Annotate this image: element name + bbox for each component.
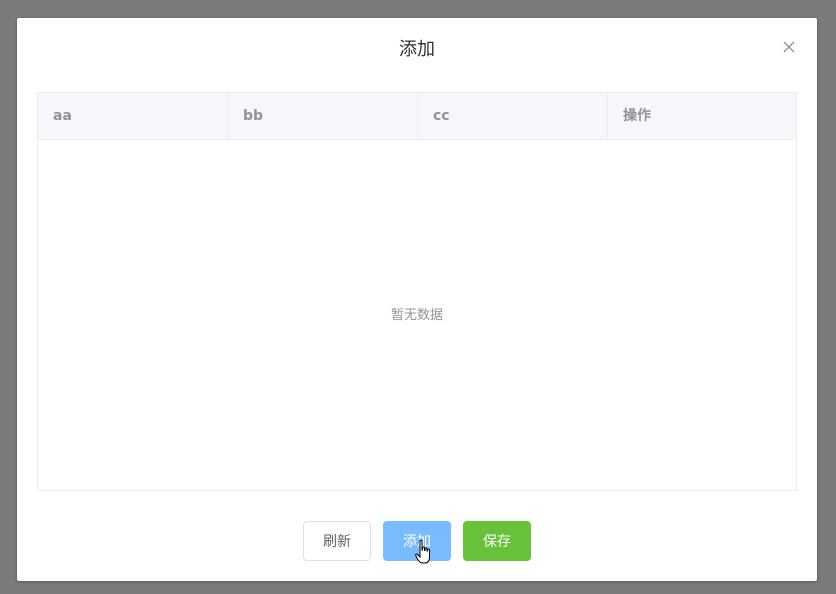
empty-data-text: 暂无数据 <box>390 308 443 323</box>
table-header: aa bb cc 操作 <box>38 93 796 140</box>
close-icon[interactable] <box>782 40 798 56</box>
refresh-button[interactable]: 刷新 <box>303 521 371 561</box>
column-header-aa: aa <box>38 93 228 139</box>
data-table: aa bb cc 操作 暂无数据 <box>37 92 797 491</box>
column-header-actions: 操作 <box>623 108 651 124</box>
column-header-bb: bb <box>228 93 418 139</box>
column-header-cc: cc <box>418 93 608 139</box>
add-dialog: 添加 aa bb cc 操作 暂无数据 刷新 添加 保存 <box>17 18 817 581</box>
dialog-footer: 刷新 添加 保存 <box>17 521 817 561</box>
save-button[interactable]: 保存 <box>463 521 531 561</box>
table-body: 暂无数据 <box>38 140 796 490</box>
add-button[interactable]: 添加 <box>383 521 451 561</box>
dialog-title: 添加 <box>399 39 435 60</box>
